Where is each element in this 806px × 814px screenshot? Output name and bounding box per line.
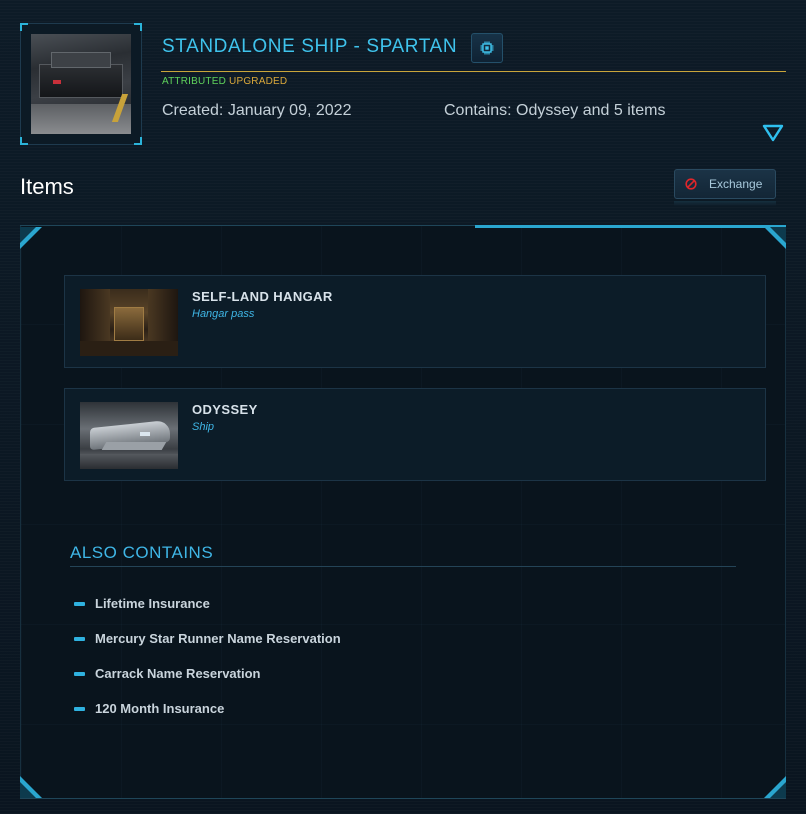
list-item-label: Lifetime Insurance <box>95 596 210 611</box>
panel-bottom-border <box>20 798 786 799</box>
item-card[interactable]: ODYSSEY Ship <box>64 388 766 481</box>
item-card[interactable]: SELF-LAND HANGAR Hangar pass <box>64 275 766 368</box>
item-type: Ship <box>192 421 215 433</box>
list-item: 120 Month Insurance <box>74 701 224 716</box>
bullet-icon <box>74 671 85 676</box>
title-divider <box>161 71 786 72</box>
prohibited-icon <box>685 178 697 190</box>
list-item-label: Carrack Name Reservation <box>95 666 261 681</box>
list-item-label: 120 Month Insurance <box>95 701 225 716</box>
list-item-label: Mercury Star Runner Name Reservation <box>95 631 341 646</box>
attributed-tag: ATTRIBUTED <box>162 76 227 87</box>
ship-image <box>31 34 131 134</box>
pledge-thumbnail <box>20 23 142 145</box>
pledge-tags: ATTRIBUTED UPGRADED <box>162 76 287 87</box>
contains-summary: Contains: Odyssey and 5 items <box>444 102 666 119</box>
microchip-icon <box>480 41 494 55</box>
panel-top-accent <box>475 225 786 228</box>
item-name: ODYSSEY <box>192 402 258 417</box>
exchange-label: Exchange <box>709 177 763 191</box>
items-heading: Items <box>20 174 74 199</box>
created-date: Created: January 09, 2022 <box>162 102 352 119</box>
exchange-shadow <box>674 201 776 206</box>
list-item: Carrack Name Reservation <box>74 666 260 681</box>
list-item: Mercury Star Runner Name Reservation <box>74 631 341 646</box>
also-contains-heading: ALSO CONTAINS <box>70 543 214 562</box>
collapse-toggle-button[interactable] <box>762 124 784 142</box>
exchange-button[interactable]: Exchange <box>674 169 776 199</box>
item-type: Hangar pass <box>192 308 255 320</box>
bullet-icon <box>74 601 85 606</box>
list-item: Lifetime Insurance <box>74 596 210 611</box>
upgraded-tag: UPGRADED <box>229 76 288 87</box>
item-name: SELF-LAND HANGAR <box>192 289 333 304</box>
odyssey-image <box>80 402 178 469</box>
bullet-icon <box>74 636 85 641</box>
pledge-title: STANDALONE SHIP - SPARTAN <box>162 36 458 57</box>
upgrade-chip-button[interactable] <box>471 33 503 63</box>
hangar-image <box>80 289 178 356</box>
bullet-icon <box>74 706 85 711</box>
triangle-down-icon <box>762 124 784 142</box>
also-contains-divider <box>70 566 736 567</box>
